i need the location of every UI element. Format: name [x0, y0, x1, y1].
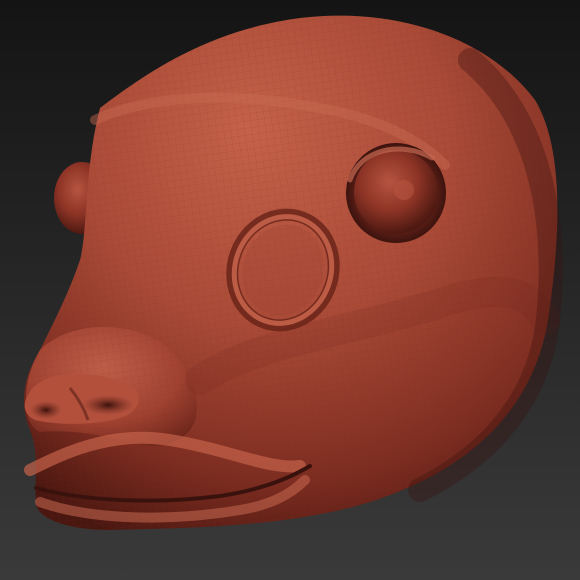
eye-pupil-highlight: [394, 180, 414, 200]
viewport: [0, 0, 580, 580]
right-nostril: [82, 395, 134, 415]
sculpt-scene: [0, 0, 580, 580]
left-nostril: [30, 401, 62, 419]
